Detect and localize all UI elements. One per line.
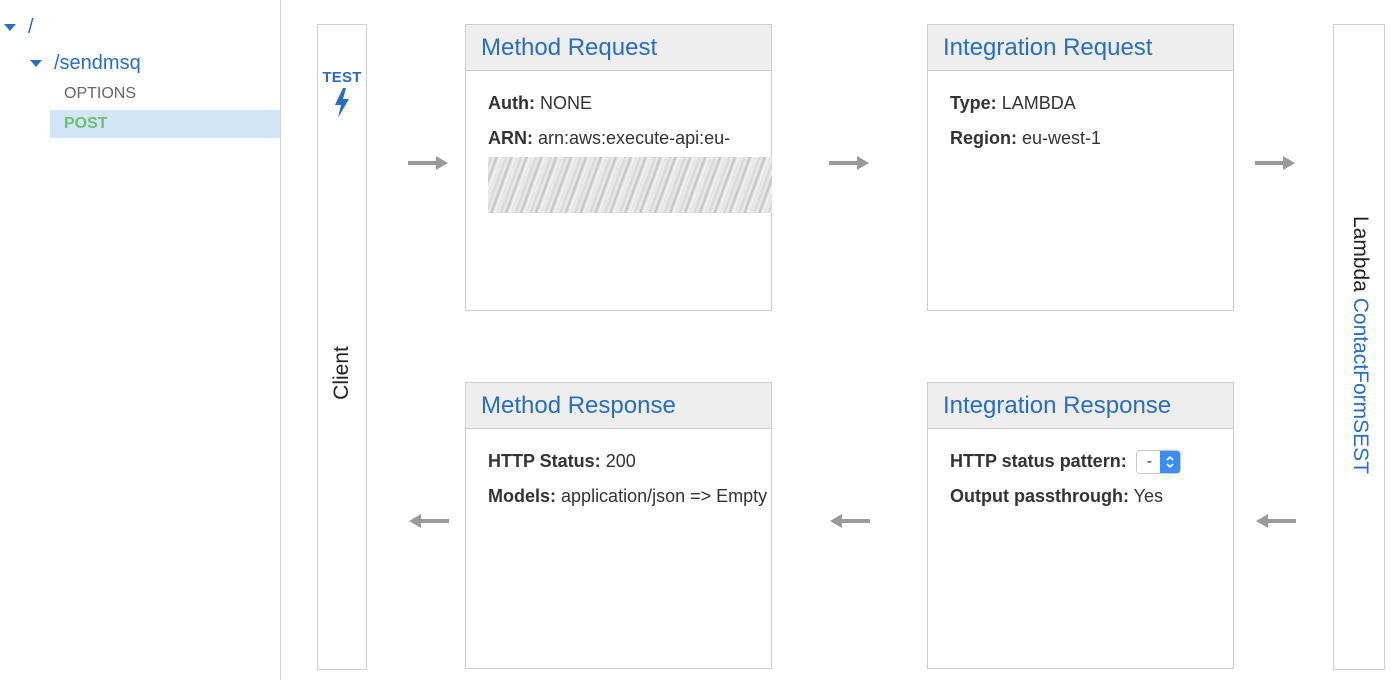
arrow-right-icon (829, 156, 869, 170)
output-passthrough-field: Output passthrough: Yes (950, 484, 1233, 509)
lightning-bolt-icon[interactable] (334, 88, 350, 118)
region-label: Region: (950, 128, 1017, 149)
arrow-left-icon (409, 514, 449, 528)
integration-request-title[interactable]: Integration Request (943, 34, 1152, 62)
client-label: Client (330, 346, 353, 400)
type-label: Type: (950, 93, 997, 113)
method-response-body: HTTP Status: 200 Models: application/jso… (466, 429, 771, 509)
test-button-label[interactable]: TEST (322, 69, 361, 86)
output-passthrough-value: Yes (1133, 486, 1164, 507)
type-value: LAMBDA (1001, 93, 1076, 113)
caret-down-icon[interactable] (4, 24, 16, 31)
arn-label: ARN: (488, 128, 533, 149)
auth-field: Auth: NONE (488, 91, 771, 116)
method-item-options[interactable]: OPTIONS (50, 80, 280, 108)
arrow-left-icon (830, 514, 870, 528)
select-arrows-icon[interactable] (1160, 451, 1181, 474)
resource-tree: / /sendmsq OPTIONS POST (0, 0, 281, 680)
method-request-header: Method Request (466, 25, 771, 71)
redacted-arn-image (488, 157, 772, 214)
models-value: application/json => Empty (561, 486, 768, 507)
status-pattern-field: HTTP status pattern: - (950, 449, 1233, 475)
tree-node-root-label[interactable]: / (28, 16, 34, 39)
integration-response-header: Integration Response (928, 383, 1233, 429)
method-response-title[interactable]: Method Response (481, 392, 676, 420)
status-pattern-value[interactable]: - (1137, 451, 1160, 473)
method-response-header: Method Response (466, 383, 771, 429)
arn-value: arn:aws:execute-api:eu- (538, 128, 731, 149)
integration-request-card: Integration Request Type: LAMBDA Region:… (927, 24, 1234, 311)
integration-request-body: Type: LAMBDA Region: eu-west-1 (928, 71, 1233, 151)
tree-node-sendmsq[interactable]: /sendmsq (30, 52, 141, 75)
arn-field: ARN: arn:aws:execute-api:eu- (488, 126, 773, 151)
http-status-value: 200 (605, 451, 636, 471)
type-field: Type: LAMBDA (950, 91, 1233, 116)
integration-response-card: Integration Response HTTP status pattern… (927, 382, 1234, 669)
tree-node-sendmsq-label[interactable]: /sendmsq (54, 52, 141, 75)
auth-value: NONE (540, 93, 593, 113)
integration-request-header: Integration Request (928, 25, 1233, 71)
integration-response-title[interactable]: Integration Response (943, 392, 1171, 420)
models-field: Models: application/json => Empty (488, 484, 771, 509)
lambda-prefix: Lambda (1349, 216, 1372, 292)
auth-label: Auth: (488, 93, 535, 113)
region-value: eu-west-1 (1022, 128, 1102, 149)
integration-response-body: HTTP status pattern: - Output passthroug… (928, 429, 1233, 509)
caret-down-icon[interactable] (30, 60, 42, 67)
arrow-left-icon (1256, 514, 1296, 528)
lambda-function-link[interactable]: ContactFormSEST (1349, 298, 1372, 474)
client-column: TEST Client (317, 24, 367, 670)
lambda-label: Lambda ContactFormSEST (1348, 216, 1372, 474)
arrow-right-icon (1255, 156, 1295, 170)
method-request-body: Auth: NONE ARN: arn:aws:execute-api:eu- (466, 71, 773, 214)
region-field: Region: eu-west-1 (950, 126, 1233, 151)
tree-node-root[interactable]: / (4, 16, 34, 39)
method-item-post[interactable]: POST (50, 110, 280, 138)
lambda-column: Lambda ContactFormSEST (1333, 24, 1385, 670)
method-request-card: Method Request Auth: NONE ARN: arn:aws:e… (465, 24, 772, 311)
status-pattern-label: HTTP status pattern: (950, 451, 1127, 471)
method-request-title[interactable]: Method Request (481, 34, 657, 62)
output-passthrough-label: Output passthrough: (950, 486, 1129, 507)
test-button[interactable]: TEST (318, 69, 366, 129)
http-status-field: HTTP Status: 200 (488, 449, 771, 474)
http-status-label: HTTP Status: (488, 451, 601, 471)
method-response-card: Method Response HTTP Status: 200 Models:… (465, 382, 772, 669)
arrow-right-icon (408, 156, 448, 170)
status-pattern-select[interactable]: - (1135, 450, 1182, 475)
models-label: Models: (488, 486, 557, 507)
